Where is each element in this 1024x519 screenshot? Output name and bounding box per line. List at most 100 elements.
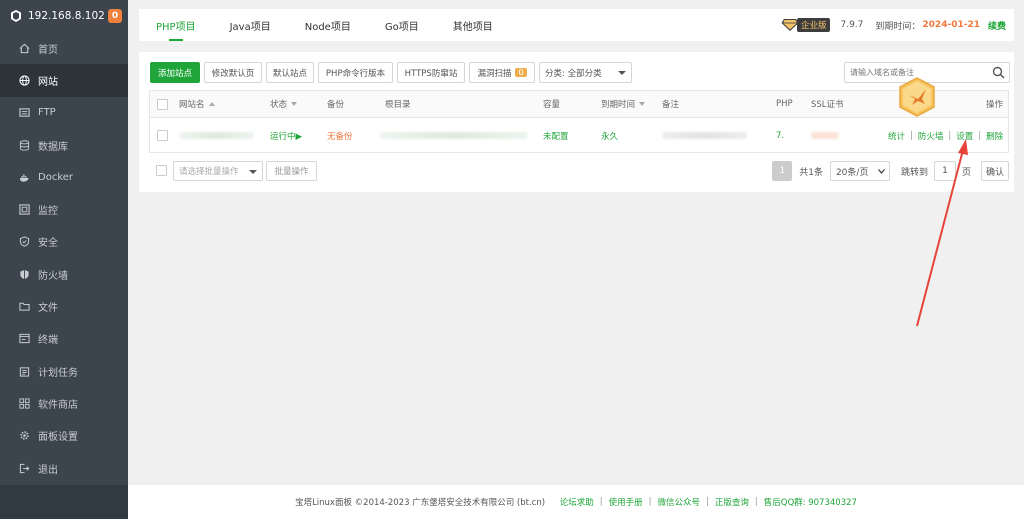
tab-other[interactable]: 其他项目 bbox=[436, 9, 510, 41]
sidebar-header: 192.168.8.102 0 bbox=[0, 0, 128, 32]
chevron-down-icon bbox=[618, 71, 626, 75]
batch-action-button[interactable]: 批量操作 bbox=[266, 161, 317, 181]
sidebar-item-cron[interactable]: 计划任务 bbox=[0, 355, 128, 387]
batch-action-select[interactable]: 请选择批量操作 bbox=[173, 161, 263, 181]
sidebar-item-label: 软件商店 bbox=[38, 399, 78, 411]
pagination: 1 共1条 20条/页 跳转到 1 页 确认 bbox=[772, 161, 1009, 181]
sidebar-item-label: 首页 bbox=[38, 44, 58, 56]
notification-badge[interactable]: 0 bbox=[108, 9, 122, 23]
license-check-link[interactable]: 正版查询 bbox=[715, 496, 749, 508]
sidebar-item-files[interactable]: 文件 bbox=[0, 290, 128, 322]
logout-icon bbox=[18, 462, 30, 474]
stats-link[interactable]: 统计 bbox=[888, 130, 905, 142]
table-row: 运行中▶ 无备份 未配置 永久 7. 统计 | 防火墙 | 设置 | 删除 bbox=[150, 118, 1008, 153]
sidebar-item-store[interactable]: 软件商店 bbox=[0, 387, 128, 419]
col-expire[interactable]: 到期时间 bbox=[601, 91, 646, 117]
sidebar: 192.168.8.102 0 首页 网站 FTP 数据库 Docker 监控 … bbox=[0, 0, 128, 519]
col-php: PHP bbox=[776, 99, 793, 109]
site-table: 网站名 状态 备份 根目录 容量 到期时间 备注 PHP SSL证书 操作 运行… bbox=[149, 90, 1009, 153]
table-footer: 请选择批量操作 批量操作 1 共1条 20条/页 跳转到 1 页 确认 bbox=[149, 161, 1009, 181]
page-size-value: 20条/页 bbox=[835, 167, 869, 178]
server-logo-icon bbox=[11, 10, 21, 22]
tab-go[interactable]: Go项目 bbox=[368, 9, 436, 41]
php-cli-version-button[interactable]: PHP命令行版本 bbox=[318, 62, 393, 83]
col-status[interactable]: 状态 bbox=[270, 91, 298, 117]
edit-default-page-button[interactable]: 修改默认页 bbox=[204, 62, 262, 83]
page-size-select[interactable]: 20条/页 bbox=[829, 161, 890, 181]
sort-desc-icon bbox=[639, 102, 646, 106]
wechat-link[interactable]: 微信公众号 bbox=[658, 496, 701, 508]
sidebar-item-security[interactable]: 安全 bbox=[0, 226, 128, 258]
sidebar-item-logout[interactable]: 退出 bbox=[0, 452, 128, 484]
site-name-redacted[interactable] bbox=[179, 118, 254, 153]
sidebar-item-docker[interactable]: Docker bbox=[0, 161, 128, 193]
batch-select-checkbox[interactable] bbox=[156, 165, 167, 176]
vuln-count-badge: 0 bbox=[515, 68, 527, 77]
col-ops: 操作 bbox=[986, 100, 1004, 110]
version-info: 企业版 7.9.7 到期时间： 2024-01-21 续费 bbox=[781, 18, 1014, 32]
settings-link[interactable]: 设置 bbox=[956, 130, 973, 142]
tab-php[interactable]: PHP项目 bbox=[139, 9, 213, 41]
site-note-redacted[interactable] bbox=[662, 118, 747, 153]
enterprise-badge[interactable]: 企业版 bbox=[781, 18, 831, 32]
chevron-down-icon bbox=[877, 169, 885, 174]
category-select-value: 分类: 全部分类 bbox=[545, 68, 602, 79]
vuln-scan-label: 漏洞扫描 bbox=[477, 68, 512, 79]
sidebar-item-label: 监控 bbox=[38, 206, 58, 218]
sidebar-item-terminal[interactable]: 终端 bbox=[0, 323, 128, 355]
delete-link[interactable]: 删除 bbox=[986, 130, 1003, 142]
site-root-redacted[interactable] bbox=[380, 118, 528, 153]
jump-confirm-button[interactable]: 确认 bbox=[980, 161, 1009, 181]
forum-link[interactable]: 论坛求助 bbox=[560, 496, 594, 508]
default-site-button[interactable]: 默认站点 bbox=[266, 62, 314, 83]
gear-icon bbox=[18, 430, 30, 442]
qq-group-link[interactable]: 售后QQ群: 907340327 bbox=[764, 496, 857, 508]
sort-asc-icon bbox=[208, 102, 215, 106]
tab-node[interactable]: Node项目 bbox=[288, 9, 368, 41]
apps-icon bbox=[18, 397, 30, 409]
site-status[interactable]: 运行中▶ bbox=[270, 118, 302, 153]
sidebar-item-label: 文件 bbox=[38, 303, 58, 315]
col-site-name[interactable]: 网站名 bbox=[179, 91, 215, 117]
firewall-link[interactable]: 防火墙 bbox=[918, 130, 944, 142]
sidebar-item-firewall[interactable]: 防火墙 bbox=[0, 258, 128, 290]
site-capacity[interactable]: 未配置 bbox=[543, 118, 569, 153]
category-select[interactable]: 分类: 全部分类 bbox=[539, 62, 632, 83]
renew-link[interactable]: 续费 bbox=[988, 19, 1006, 32]
sidebar-item-label: 防火墙 bbox=[38, 270, 68, 282]
sidebar-item-database[interactable]: 数据库 bbox=[0, 129, 128, 161]
sidebar-item-website[interactable]: 网站 bbox=[0, 64, 128, 97]
tab-java[interactable]: Java项目 bbox=[213, 9, 288, 41]
bird-logo-icon[interactable] bbox=[898, 77, 936, 117]
shield-icon bbox=[18, 236, 30, 248]
site-ssl-redacted[interactable] bbox=[811, 118, 839, 153]
calendar-icon bbox=[18, 365, 30, 377]
sidebar-item-settings[interactable]: 面板设置 bbox=[0, 420, 128, 452]
site-backup[interactable]: 无备份 bbox=[327, 118, 353, 153]
sidebar-item-label: Docker bbox=[38, 171, 74, 183]
sidebar-item-label: FTP bbox=[38, 107, 56, 119]
database-icon bbox=[18, 139, 30, 151]
site-expire[interactable]: 永久 bbox=[601, 118, 618, 153]
jump-page-input[interactable]: 1 bbox=[933, 161, 956, 181]
add-site-button[interactable]: 添加站点 bbox=[150, 62, 200, 83]
vuln-scan-button[interactable]: 漏洞扫描 0 bbox=[469, 62, 535, 83]
page-current[interactable]: 1 bbox=[772, 161, 793, 181]
site-php-version[interactable]: 7. bbox=[776, 118, 784, 153]
server-ip: 192.168.8.102 bbox=[28, 10, 105, 22]
sidebar-item-ftp[interactable]: FTP bbox=[0, 97, 128, 129]
sidebar-item-label: 终端 bbox=[38, 335, 58, 347]
sidebar-item-home[interactable]: 首页 bbox=[0, 32, 128, 64]
sidebar-footer bbox=[0, 485, 128, 519]
col-capacity: 容量 bbox=[543, 100, 561, 110]
ftp-icon bbox=[18, 107, 30, 119]
sidebar-item-monitor[interactable]: 监控 bbox=[0, 193, 128, 225]
https-anti-hijack-button[interactable]: HTTPS防窜站 bbox=[397, 62, 465, 83]
edition-label: 企业版 bbox=[796, 18, 831, 32]
expire-label: 到期时间： bbox=[875, 21, 921, 32]
select-all-checkbox[interactable] bbox=[157, 98, 168, 110]
row-checkbox[interactable] bbox=[157, 130, 168, 141]
manual-link[interactable]: 使用手册 bbox=[609, 496, 643, 508]
search-icon[interactable] bbox=[992, 66, 1005, 79]
home-icon bbox=[18, 42, 30, 54]
